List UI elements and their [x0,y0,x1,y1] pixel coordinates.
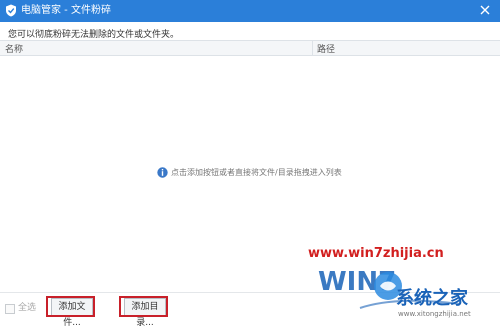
add-file-button[interactable]: 添加文件... [51,298,93,328]
watermark-logo-text: 系统之家 [396,288,468,309]
column-divider[interactable] [312,41,313,55]
column-header-path[interactable]: 路径 [317,42,335,55]
add-directory-button[interactable]: 添加目录... [124,298,166,328]
info-icon [157,167,168,178]
title-bar: 电脑管家 - 文件粉碎 [0,0,500,22]
checkbox-box[interactable] [5,304,15,314]
watermark-subtext: www.xitongzhijia.net [398,310,471,318]
close-icon[interactable] [478,3,492,17]
select-all-label: 全选 [18,303,37,313]
window-title: 电脑管家 - 文件粉碎 [21,5,111,16]
column-header-name[interactable]: 名称 [5,42,23,55]
file-list-header: 名称 路径 [0,40,500,56]
empty-list-hint-text: 点击添加按钮或者直接将文件/目录拖拽进入列表 [171,168,342,177]
description-text: 您可以彻底粉碎无法删除的文件或文件夹。 [8,30,180,40]
watermark-url: www.win7zhijia.cn [308,246,444,261]
tencent-shield-logo-icon [6,4,16,17]
